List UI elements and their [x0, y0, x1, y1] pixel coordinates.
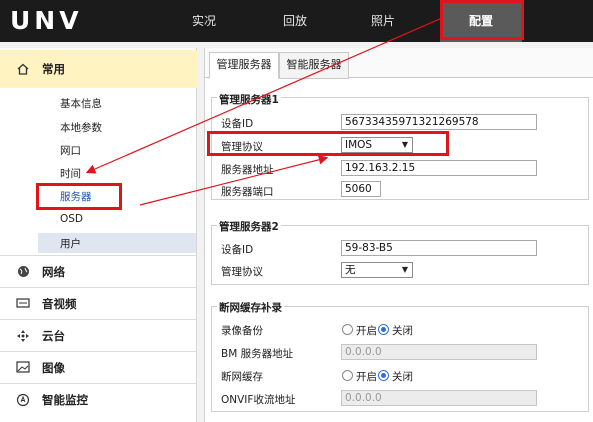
sidebar-item-osd[interactable]: OSD [60, 213, 83, 225]
server2-device-id-label: 设备ID [221, 244, 254, 256]
sidebar-category-smart-label: 智能监控 [42, 393, 88, 407]
sidebar-item-ethernet[interactable]: 网口 [60, 143, 81, 158]
sidebar-category-audio-video[interactable]: 音视频 [0, 287, 197, 318]
video-icon [16, 297, 30, 311]
server2-legend: 管理服务器2 [217, 219, 281, 234]
nav-photo[interactable]: 照片 [356, 0, 410, 42]
chevron-down-icon: ▼ [401, 140, 408, 149]
record-backup-off-radio[interactable] [378, 324, 389, 335]
content-panel: 管理服务器 智能服务器 管理服务器1 设备ID 5673343597132126… [204, 48, 593, 422]
cache-legend: 断网缓存补录 [217, 300, 284, 315]
sidebar-category-audio-video-label: 音视频 [42, 297, 77, 311]
server1-protocol-value: IMOS [345, 139, 373, 151]
server1-address-label: 服务器地址 [221, 164, 274, 176]
sidebar-group-common-label: 常用 [42, 62, 65, 76]
bm-address-input[interactable]: 0.0.0.0 [341, 344, 537, 360]
server1-port-input[interactable]: 5060 [341, 181, 381, 197]
sidebar-category-ptz-label: 云台 [42, 329, 65, 343]
server1-legend: 管理服务器1 [217, 92, 281, 107]
server1-protocol-label: 管理协议 [221, 141, 263, 153]
offline-cache-label: 断网缓存 [221, 371, 263, 383]
sidebar-item-time[interactable]: 时间 [60, 166, 81, 181]
sidebar-category-smart[interactable]: 智能监控 [0, 383, 197, 414]
top-navigation-bar: UNV 实况 回放 照片 配置 [0, 0, 593, 42]
server1-port-label: 服务器端口 [221, 186, 274, 198]
offline-cache-off-radio[interactable] [378, 370, 389, 381]
tab-bar: 管理服务器 智能服务器 [205, 48, 593, 79]
server2-protocol-select[interactable]: 无 ▼ [341, 262, 413, 278]
onvif-address-label: ONVIF收流地址 [221, 394, 296, 406]
sidebar-category-network[interactable]: 网络 [0, 255, 197, 286]
home-icon [16, 62, 30, 76]
offline-cache-on-radio[interactable] [342, 370, 353, 381]
globe-icon [16, 265, 30, 279]
record-backup-on-label: 开启 [356, 325, 377, 337]
sidebar-category-ptz[interactable]: 云台 [0, 319, 197, 350]
tab-management-server[interactable]: 管理服务器 [209, 52, 279, 79]
onvif-address-input[interactable]: 0.0.0.0 [341, 390, 537, 406]
server1-address-input[interactable]: 192.163.2.15 [341, 160, 537, 176]
sidebar-item-local-params[interactable]: 本地参数 [60, 120, 102, 135]
image-icon [16, 361, 30, 375]
sidebar-category-network-label: 网络 [42, 265, 65, 279]
record-backup-label: 录像备份 [221, 325, 263, 337]
nav-live[interactable]: 实况 [177, 0, 231, 42]
sidebar-item-basic-info[interactable]: 基本信息 [60, 96, 102, 111]
server1-device-id-label: 设备ID [221, 118, 254, 130]
offline-cache-on-label: 开启 [356, 371, 377, 383]
sidebar-category-image[interactable]: 图像 [0, 351, 197, 382]
server2-protocol-label: 管理协议 [221, 266, 263, 278]
tab-smart-server[interactable]: 智能服务器 [279, 52, 349, 79]
sidebar-item-user[interactable]: 用户 [60, 236, 81, 251]
unv-logo: UNV [10, 6, 83, 35]
record-backup-off-label: 关闭 [392, 325, 413, 337]
chevron-down-icon: ▼ [401, 265, 408, 274]
server1-device-id-input[interactable]: 56733435971321269578 [341, 114, 537, 130]
nav-playback[interactable]: 回放 [268, 0, 322, 42]
sidebar-group-common[interactable]: 常用 [0, 50, 197, 88]
sidebar-category-image-label: 图像 [42, 361, 65, 375]
server2-device-id-input[interactable]: 59-83-B5 [341, 240, 537, 256]
offline-cache-off-label: 关闭 [392, 371, 413, 383]
record-backup-on-radio[interactable] [342, 324, 353, 335]
sidebar-item-server[interactable]: 服务器 [60, 189, 92, 204]
smart-icon [16, 393, 30, 407]
server2-protocol-value: 无 [345, 264, 356, 276]
sidebar: 常用 基本信息 本地参数 网口 时间 服务器 OSD 用户 网络 音视频 云台 … [0, 48, 197, 422]
nav-config[interactable]: 配置 [440, 0, 522, 42]
server1-protocol-select[interactable]: IMOS ▼ [341, 137, 413, 153]
bm-address-label: BM 服务器地址 [221, 348, 294, 360]
ptz-icon [16, 329, 30, 343]
